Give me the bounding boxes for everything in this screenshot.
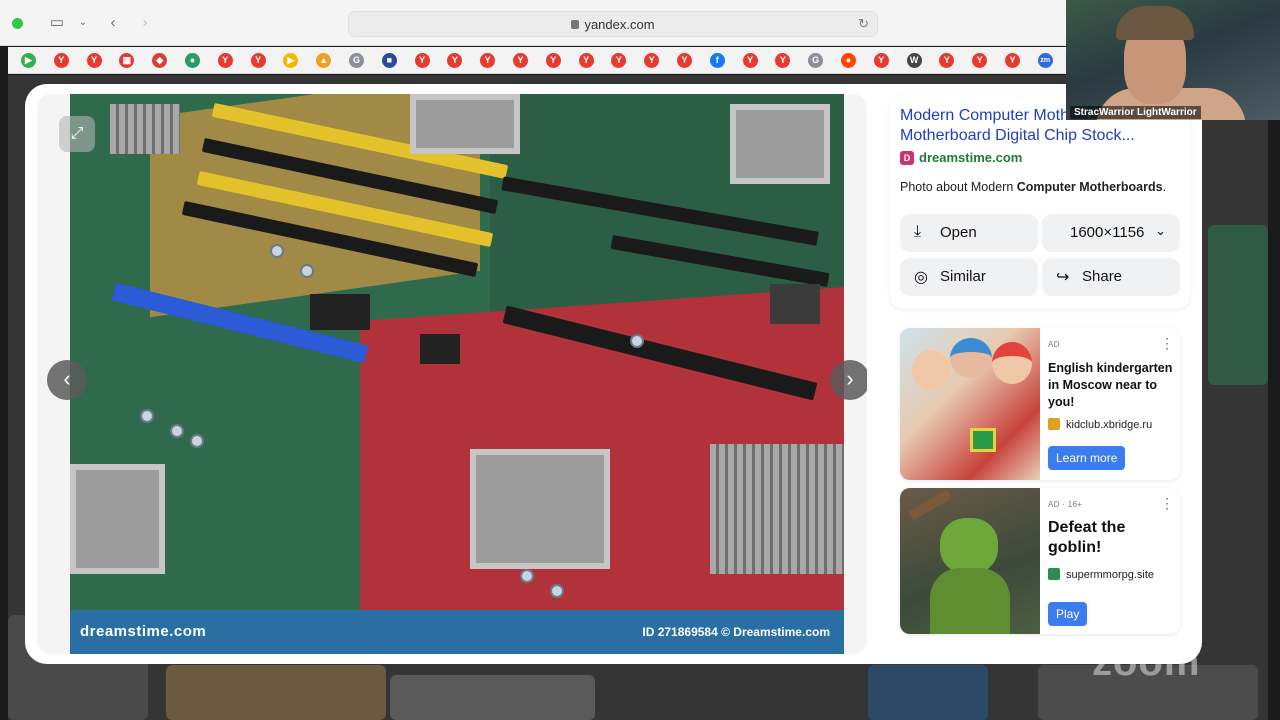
more-options-icon[interactable]: ⋮: [1160, 336, 1174, 350]
yandex-icon[interactable]: Y: [775, 53, 791, 68]
result-thumbnail[interactable]: [166, 665, 386, 720]
yandex-icon[interactable]: Y: [447, 53, 463, 68]
share-button[interactable]: ↪ Share: [1042, 258, 1180, 296]
chevron-down-icon[interactable]: ⌄: [74, 14, 92, 32]
url-text: yandex.com: [584, 17, 655, 32]
watermark-bar: dreamstime.com ID 271869584 © Dreamstime…: [70, 610, 844, 654]
yandex-icon[interactable]: Y: [742, 53, 758, 68]
grid-icon[interactable]: ▦: [119, 53, 135, 68]
play-icon[interactable]: ▶: [21, 53, 36, 68]
g-icon[interactable]: G: [349, 53, 364, 68]
back-arrow-icon[interactable]: ‹: [104, 14, 122, 32]
yandex-icon[interactable]: Y: [972, 53, 988, 68]
ad-card[interactable]: AD ⋮ English kindergarten in Moscow near…: [900, 328, 1180, 480]
ad-site[interactable]: supermmorpg.site: [1048, 568, 1154, 581]
reload-icon[interactable]: ↻: [858, 16, 869, 32]
result-thumbnail[interactable]: [1208, 225, 1268, 385]
motherboard-photo[interactable]: dreamstime.com ID 271869584 © Dreamstime…: [70, 94, 844, 654]
wikipedia-icon[interactable]: W: [906, 53, 922, 68]
globe-icon[interactable]: ●: [185, 53, 200, 68]
image-details-panel: Modern Computer Motherboards Motherboard…: [890, 94, 1190, 654]
browser-toolbar: ▭ ⌄ ‹ › yandex.com ↻: [0, 0, 1066, 46]
play-button[interactable]: Play: [1048, 602, 1088, 626]
reddit-icon[interactable]: ●: [841, 53, 856, 68]
lens-icon: ◎: [914, 269, 928, 286]
yandex-icon[interactable]: Y: [480, 53, 496, 68]
ad-label: AD: [1048, 340, 1060, 349]
ad-card[interactable]: AD · 16+ ⋮ Defeat the goblin! supermmorp…: [900, 488, 1180, 634]
sidebar-toggle-icon[interactable]: ▭: [48, 14, 66, 32]
open-button[interactable]: ⤓ Open: [900, 214, 1038, 252]
ad-image-goblin[interactable]: [900, 488, 1040, 634]
yandex-icon[interactable]: Y: [414, 53, 430, 68]
image-info-card: Modern Computer Motherboards Motherboard…: [890, 94, 1190, 309]
participant-name: StracWarrior LightWarrior: [1070, 106, 1201, 119]
site-icon: [1048, 568, 1060, 580]
learn-more-button[interactable]: Learn more: [1048, 446, 1126, 470]
dreamstime-icon: D: [900, 151, 914, 165]
yandex-icon[interactable]: Y: [250, 53, 266, 68]
result-thumbnail[interactable]: [390, 675, 595, 720]
ad-title[interactable]: Defeat the goblin!: [1048, 518, 1176, 558]
ad-image-children[interactable]: [900, 328, 1040, 480]
webcam-video: StracWarrior LightWarrior: [1066, 0, 1280, 120]
forward-arrow-icon[interactable]: ›: [136, 14, 154, 32]
yandex-icon[interactable]: Y: [53, 53, 69, 68]
yandex-icon[interactable]: Y: [611, 53, 627, 68]
ad-title[interactable]: English kindergarten in Moscow near to y…: [1048, 360, 1176, 411]
watermark-id: ID 271869584 © Dreamstime.com: [642, 625, 830, 639]
source-name: dreamstime.com: [919, 150, 1023, 165]
play-icon[interactable]: ▶: [283, 53, 299, 68]
yandex-icon[interactable]: Y: [644, 53, 660, 68]
yandex-icon[interactable]: Y: [1005, 53, 1020, 68]
expand-icon[interactable]: ⤢: [59, 116, 95, 152]
result-thumbnail[interactable]: [868, 665, 988, 720]
image-size-dropdown[interactable]: 1600×1156 ⌄: [1042, 214, 1180, 252]
yandex-icon[interactable]: Y: [513, 53, 528, 68]
window-control-dot[interactable]: [12, 18, 23, 29]
image-preview-modal: dreamstime.com ID 271869584 © Dreamstime…: [25, 84, 1202, 664]
chevron-down-icon: ⌄: [1155, 223, 1166, 238]
more-options-icon[interactable]: ⋮: [1160, 496, 1174, 510]
facebook-icon[interactable]: f: [709, 53, 725, 68]
bookmarks-bar: ▶ Y Y ▦ ◆ ● Y Y ▶ ▲ G ■ Y Y Y Y Y Y Y Y Yf Y Y G ● Y W Y Y Yzm: [8, 47, 1066, 74]
yandex-icon[interactable]: Y: [939, 53, 955, 68]
zoom-icon[interactable]: zm: [1037, 53, 1053, 68]
yandex-icon[interactable]: Y: [677, 53, 692, 68]
lock-icon: [571, 20, 580, 29]
photo-icon[interactable]: ▲: [316, 53, 332, 68]
ad-label: AD · 16+: [1048, 500, 1083, 509]
ad-site[interactable]: kidclub.xbridge.ru: [1048, 418, 1152, 431]
next-image-button[interactable]: ›: [830, 360, 867, 400]
address-bar[interactable]: yandex.com ↻: [348, 11, 878, 37]
previous-image-button[interactable]: ‹: [47, 360, 87, 400]
image-viewer: dreamstime.com ID 271869584 © Dreamstime…: [37, 94, 867, 654]
yandex-icon[interactable]: Y: [578, 53, 594, 68]
yandex-icon[interactable]: Y: [86, 53, 102, 68]
g-icon[interactable]: G: [808, 53, 824, 68]
download-icon: ⤓: [914, 223, 922, 240]
yandex-icon[interactable]: Y: [873, 53, 889, 68]
image-description: Photo about Modern Computer Motherboards…: [900, 180, 1167, 194]
watermark-logo: dreamstime.com: [80, 623, 207, 640]
share-icon: ↪: [1056, 269, 1070, 286]
zoom-watermark: zoom: [1092, 640, 1201, 684]
site-icon: [1048, 418, 1060, 430]
map-pin-icon[interactable]: ◆: [152, 53, 168, 68]
similar-button[interactable]: ◎ Similar: [900, 258, 1038, 296]
yandex-icon[interactable]: Y: [217, 53, 233, 68]
yandex-icon[interactable]: Y: [545, 53, 561, 68]
flag-icon[interactable]: ■: [381, 53, 397, 68]
